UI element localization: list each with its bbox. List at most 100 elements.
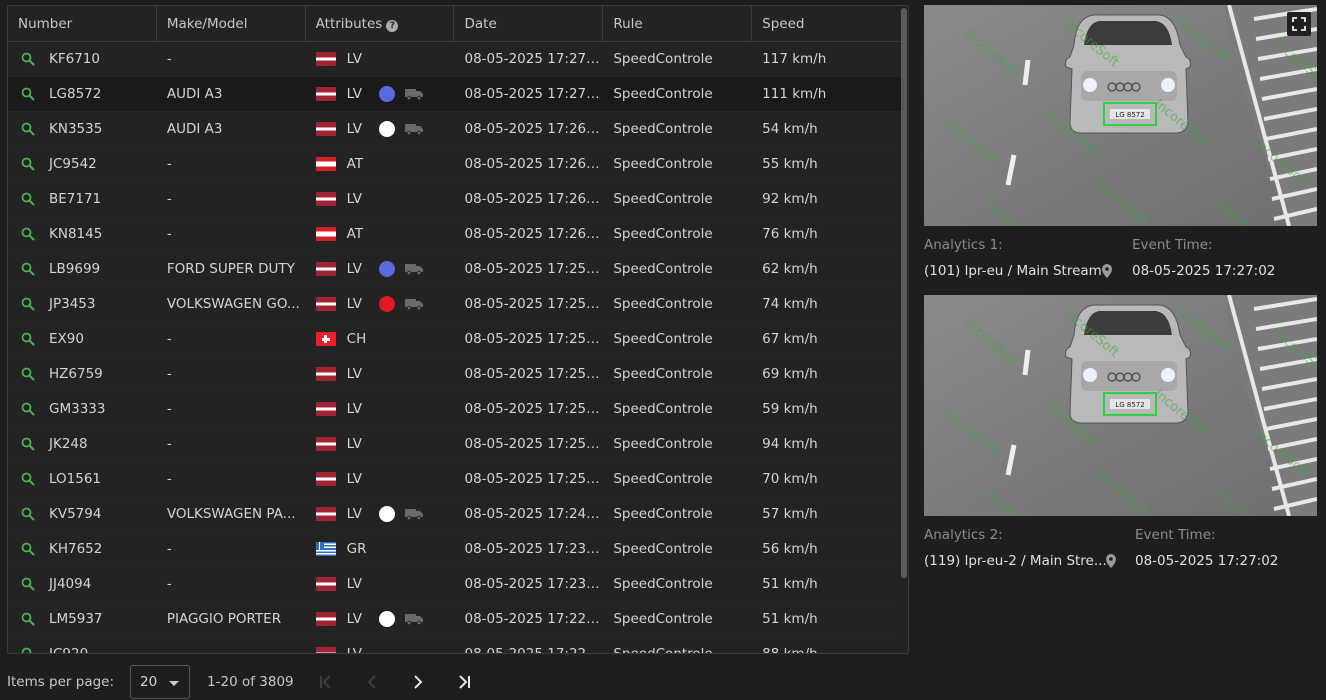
search-icon[interactable] [21,367,35,381]
plate-number: JK248 [49,435,88,452]
country-flag-icon [315,227,336,241]
analytics-2-label: Analytics 2: [924,527,1003,543]
cell-number: JC9542 [8,147,157,182]
table-row[interactable]: BE7171 - LV 08-05-2025 17:26:... SpeedCo… [8,182,901,217]
first-page-icon[interactable] [316,672,336,692]
search-icon[interactable] [21,542,35,556]
cell-attributes: LV [306,287,455,322]
cell-date: 08-05-2025 17:26:... [464,225,604,242]
search-icon[interactable] [21,577,35,591]
search-icon[interactable] [21,647,35,654]
column-header-number[interactable]: Number [8,6,157,42]
table-row[interactable]: KF6710 - LV 08-05-2025 17:27:... SpeedCo… [8,42,901,77]
column-header-speed[interactable]: Speed [752,6,901,42]
cell-date: 08-05-2025 17:25:... [464,400,604,417]
chevron-down-icon [169,681,180,686]
search-icon[interactable] [21,437,35,451]
next-page-icon[interactable] [408,672,428,692]
table-row[interactable]: KN3535 AUDI A3 LV 08-05-2025 17:26:... S… [8,112,901,147]
search-icon[interactable] [21,507,35,521]
cell-number: LO1561 [8,462,157,497]
page-size-select[interactable]: 20 [130,665,191,699]
cell-speed: 51 km/h [762,610,818,627]
column-header-make-model[interactable]: Make/Model [157,6,306,42]
paginator: Items per page: 20 1-20 of 3809 [7,664,474,700]
help-icon[interactable]: ? [386,20,399,32]
country-code: LV [346,120,362,137]
cell-attributes: AT [306,217,455,252]
fullscreen-icon [1292,17,1306,31]
cell-rule: SpeedControle [613,50,713,67]
country-code: LV [346,50,362,67]
column-header-date[interactable]: Date [454,6,604,42]
table-row[interactable]: LO1561 - LV 08-05-2025 17:25:... SpeedCo… [8,462,901,497]
events-table: Number Make/Model Attributes? Date Rule … [7,5,909,654]
search-icon[interactable] [21,297,35,311]
table-row[interactable]: LG8572 AUDI A3 LV 08-05-2025 17:27:... S… [8,77,901,112]
cell-number: JP3453 [8,287,157,322]
cell-number: HZ6759 [8,357,157,392]
cell-speed: 111 km/h [762,85,827,102]
cell-attributes: LV [306,497,455,532]
fullscreen-button[interactable] [1287,12,1311,36]
column-header-attributes[interactable]: Attributes? [306,6,455,42]
cell-attributes: LV [306,252,455,287]
plate-number: KV5794 [49,505,102,522]
cell-rule: SpeedControle [613,540,713,557]
column-header-rule[interactable]: Rule [603,6,753,42]
cell-attributes: LV [306,112,455,147]
analytics-2-event-time: 08-05-2025 17:27:02 [1135,553,1279,569]
plate-number: LM5937 [49,610,103,627]
cell-make-model: - [166,50,172,67]
cell-speed: 55 km/h [762,155,818,172]
table-row[interactable]: LB9699 FORD SUPER DUTY LV 08-05-2025 17:… [8,252,901,287]
table-scrollbar[interactable] [901,8,907,578]
table-row[interactable]: JP3453 VOLKSWAGEN GO... LV 08-05-2025 17… [8,287,901,322]
table-row[interactable]: GM3333 - LV 08-05-2025 17:25:... SpeedCo… [8,392,901,427]
cell-rule: SpeedControle [613,575,713,592]
truck-icon [404,614,423,625]
vehicle-color-icon [378,86,395,102]
search-icon[interactable] [21,472,35,486]
search-icon[interactable] [21,87,35,101]
table-row[interactable]: KV5794 VOLKSWAGEN PA... LV 08-05-2025 17… [8,497,901,532]
table-row[interactable]: KN8145 - AT 08-05-2025 17:26:... SpeedCo… [8,217,901,252]
search-icon[interactable] [21,192,35,206]
table-row[interactable]: JK248 - LV 08-05-2025 17:25:... SpeedCon… [8,427,901,462]
table-row[interactable]: EX90 - CH 08-05-2025 17:25:... SpeedCont… [8,322,901,357]
search-icon[interactable] [21,612,35,626]
search-icon[interactable] [21,122,35,136]
search-icon[interactable] [21,402,35,416]
search-icon[interactable] [21,262,35,276]
previous-page-icon[interactable] [362,672,382,692]
cell-date: 08-05-2025 17:27:... [464,85,604,102]
table-row[interactable]: KH7652 - GR 08-05-2025 17:23:... SpeedCo… [8,532,901,567]
search-icon[interactable] [21,227,35,241]
country-flag-icon [315,192,336,206]
search-icon[interactable] [21,52,35,66]
location-pin-icon[interactable] [1101,264,1113,278]
cell-make-model: AUDI A3 [166,120,223,137]
table-row[interactable]: LM5937 PIAGGIO PORTER LV 08-05-2025 17:2… [8,602,901,637]
table-row[interactable]: JJ4094 - LV 08-05-2025 17:23:... SpeedCo… [8,567,901,602]
search-icon[interactable] [21,332,35,346]
cell-make-model: AUDI A3 [166,85,223,102]
cell-make-model: VOLKSWAGEN GO... [166,295,300,312]
location-pin-icon[interactable] [1105,554,1117,568]
cell-make-model: - [166,155,172,172]
last-page-icon[interactable] [454,672,474,692]
table-row[interactable]: IC920 - LV 08-05-2025 17:22:... SpeedCon… [8,637,901,654]
range-label: 1-20 of 3809 [207,674,294,690]
vehicle-color-icon [378,121,395,137]
search-icon[interactable] [21,157,35,171]
cell-date: 08-05-2025 17:22:... [464,645,604,654]
table-row[interactable]: JC9542 - AT 08-05-2025 17:26:... SpeedCo… [8,147,901,182]
cell-speed: 69 km/h [762,365,818,382]
table-row[interactable]: HZ6759 - LV 08-05-2025 17:25:... SpeedCo… [8,357,901,392]
analytics-1-source: (101) lpr-eu / Main Stream [924,263,1102,279]
country-code: LV [346,190,362,207]
country-code: LV [346,400,362,417]
cell-number: LG8572 [8,77,157,112]
cell-attributes: LV [306,427,455,462]
svg-text:LG 8572: LG 8572 [1115,401,1144,409]
